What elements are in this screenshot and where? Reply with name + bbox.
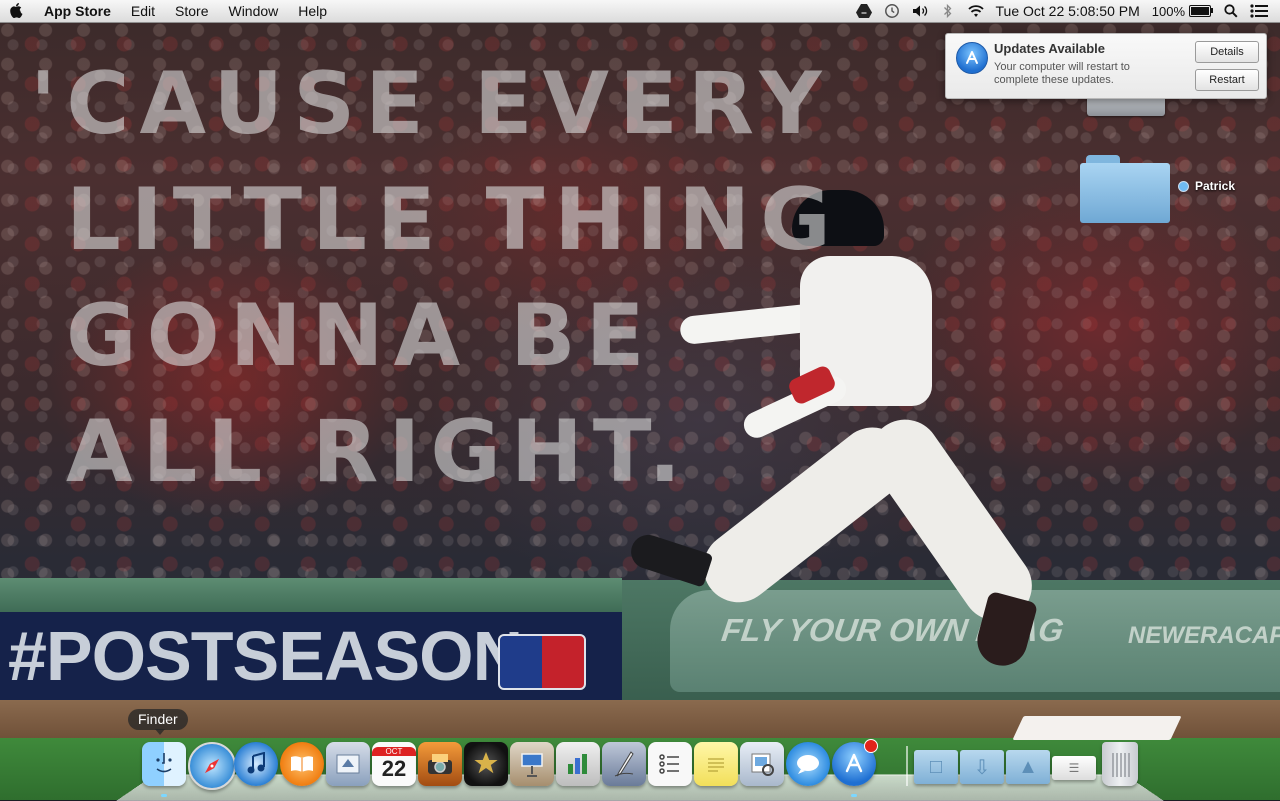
safari-icon[interactable]	[188, 742, 236, 790]
keynote-icon[interactable]	[510, 742, 554, 786]
menubar-clock[interactable]: Tue Oct 22 5:08:50 PM	[990, 3, 1146, 19]
mail-icon[interactable]	[326, 742, 370, 786]
menu-bar: App Store Edit Store Window Help Tue Oct…	[0, 0, 1280, 23]
update-notification[interactable]: Updates Available Your computer will res…	[945, 33, 1267, 99]
app-store-icon	[956, 42, 988, 74]
wifi-icon[interactable]	[965, 0, 987, 22]
details-button[interactable]: Details	[1195, 41, 1259, 63]
spotlight-icon[interactable]	[1220, 0, 1242, 22]
app-store-dock-icon[interactable]	[832, 739, 878, 786]
update-badge	[864, 739, 878, 753]
applications-stack-icon[interactable]: ▲	[1006, 750, 1050, 784]
calendar-day: 22	[381, 755, 407, 781]
quote-line: ALL RIGHT.	[66, 402, 692, 502]
battery-level	[1191, 7, 1209, 15]
google-drive-icon[interactable]	[853, 0, 875, 22]
running-indicator	[851, 794, 857, 797]
postseason-banner: #POSTSEASON	[0, 612, 622, 700]
reminders-icon[interactable]	[648, 742, 692, 786]
folder-label[interactable]: Patrick	[1178, 178, 1235, 194]
running-indicator	[161, 794, 167, 797]
home-plate	[1012, 716, 1182, 740]
battery-status[interactable]: 100%	[1146, 4, 1217, 19]
menu-edit[interactable]: Edit	[121, 0, 165, 22]
menu-window[interactable]: Window	[218, 0, 288, 22]
wallpaper-quote: 'CAUSE EVERY LITTLE THING GONNA BE ALL R…	[30, 46, 841, 510]
bluetooth-icon[interactable]	[937, 0, 959, 22]
dock: OCT 22 □ ⇩ ▲ ☰	[138, 739, 1148, 797]
stickies-icon[interactable]	[694, 742, 738, 786]
folder-body	[1080, 163, 1170, 223]
quote-line: 'CAUSE EVERY	[30, 54, 832, 154]
player-shoe	[626, 530, 714, 588]
notification-center-icon[interactable]	[1248, 0, 1270, 22]
finder-icon[interactable]	[142, 742, 186, 786]
dock-divider	[906, 746, 908, 786]
mlb-logo-icon	[498, 634, 586, 690]
documents-stack-icon[interactable]: □	[914, 750, 958, 784]
folder-name: Patrick	[1195, 179, 1236, 193]
pages-icon[interactable]	[602, 742, 646, 786]
menu-help[interactable]: Help	[288, 0, 337, 22]
battery-icon	[1189, 5, 1213, 17]
apple-logo-icon[interactable]	[0, 0, 34, 22]
calendar-icon[interactable]: OCT 22	[372, 742, 416, 786]
notification-title: Updates Available	[994, 41, 1106, 56]
messages-icon[interactable]	[786, 742, 830, 786]
quote-line: GONNA BE	[66, 286, 655, 386]
preview-icon[interactable]	[740, 742, 784, 786]
numbers-icon[interactable]	[556, 742, 600, 786]
folder-tag-dot	[1178, 180, 1189, 192]
notification-body: Your computer will restart to complete t…	[994, 61, 1130, 86]
dock-tooltip: Finder	[128, 709, 188, 730]
itunes-icon[interactable]	[234, 742, 278, 786]
downloads-stack-icon[interactable]: ⇩	[960, 750, 1004, 784]
battery-percent: 100%	[1151, 3, 1185, 19]
desktop-wallpaper: #POSTSEASON FLY YOUR OWN FLAG NEWERACAP …	[0, 0, 1280, 800]
newera-banner-text: NEWERACAP	[1128, 622, 1280, 649]
iphoto-icon[interactable]	[418, 742, 462, 786]
postseason-text: #POSTSEASON	[8, 617, 523, 695]
dock-tooltip-arrow	[155, 729, 165, 735]
calendar-month: OCT	[372, 746, 416, 756]
ibooks-icon[interactable]	[280, 742, 324, 786]
volume-icon[interactable]	[909, 0, 931, 22]
menu-app-store[interactable]: App Store	[34, 0, 121, 22]
imovie-icon[interactable]	[464, 742, 508, 786]
outfield-wall	[0, 578, 622, 612]
restart-button[interactable]: Restart	[1195, 69, 1259, 91]
time-machine-icon[interactable]	[881, 0, 903, 22]
menu-store[interactable]: Store	[165, 0, 218, 22]
quote-line: LITTLE THING	[66, 170, 841, 270]
trash-icon[interactable]	[1102, 742, 1138, 786]
list-stack-icon[interactable]: ☰	[1052, 756, 1096, 780]
folder-icon[interactable]	[1080, 155, 1170, 223]
